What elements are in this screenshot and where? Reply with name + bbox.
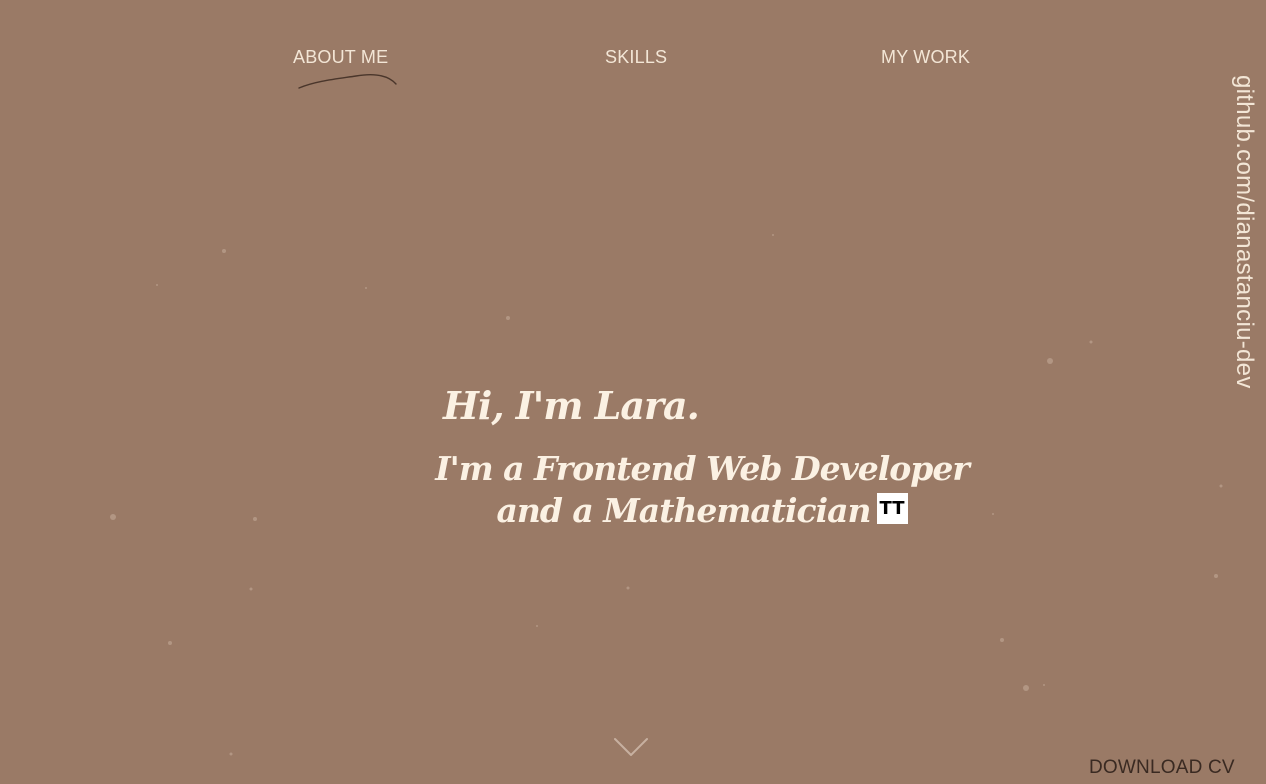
- chevron-down-icon[interactable]: [613, 736, 649, 758]
- hero-role-block: I'm a Frontend Web Developer and a Mathe…: [432, 448, 972, 532]
- github-link[interactable]: github.com/dianastanciu-dev: [1230, 75, 1260, 420]
- download-cv-button[interactable]: DOWNLOAD CV: [1089, 757, 1235, 779]
- nav-item-skills[interactable]: SKILLS: [605, 47, 667, 68]
- hero-greeting: Hi, I'm Lara.: [443, 383, 700, 429]
- github-link-text: github.com/dianastanciu-dev: [1231, 75, 1258, 389]
- squiggle-underline-icon: [298, 74, 397, 89]
- main-nav: ABOUT ME SKILLS MY WORK: [0, 47, 1266, 87]
- nav-item-about-me[interactable]: ABOUT ME: [293, 47, 388, 68]
- pi-badge-icon: TT: [876, 492, 908, 524]
- nav-item-my-work[interactable]: MY WORK: [881, 47, 970, 68]
